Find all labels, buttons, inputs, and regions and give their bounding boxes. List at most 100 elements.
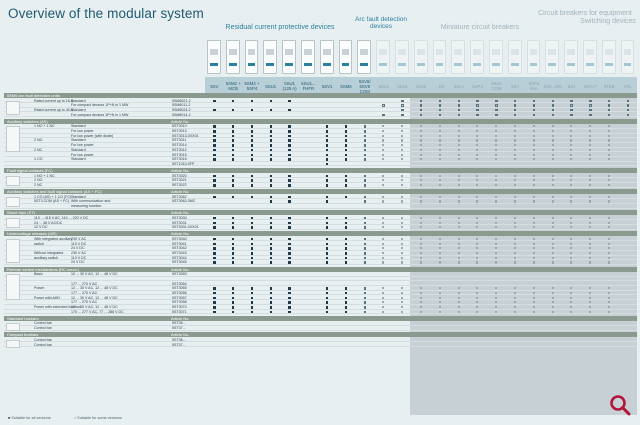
partial-mark — [551, 134, 554, 137]
partial-mark — [570, 158, 573, 161]
partial-mark — [532, 242, 535, 245]
suitable-mark — [231, 221, 235, 225]
partial-mark — [401, 174, 404, 177]
suitable-mark — [269, 139, 273, 142]
partial-mark — [607, 130, 611, 133]
table-row: Control bar 5ST37... — [4, 343, 637, 347]
suitable-mark — [250, 153, 254, 157]
partial-mark — [476, 144, 479, 147]
suitable-mark — [250, 139, 254, 142]
device-label-stripe — [322, 63, 331, 66]
suitable-mark — [269, 216, 273, 220]
partial-mark — [438, 247, 441, 250]
device-image — [357, 40, 372, 74]
partial-mark — [532, 158, 535, 161]
partial-mark — [419, 301, 423, 304]
partial-mark — [551, 200, 554, 203]
partial-mark — [589, 184, 592, 187]
partial-mark — [438, 184, 441, 187]
suitable-mark — [231, 247, 235, 250]
suitable-mark — [231, 261, 235, 264]
suitable-mark — [269, 306, 273, 309]
suitable-mark — [344, 247, 348, 250]
article-no-header: Article No. — [171, 332, 190, 338]
partial-mark — [551, 247, 554, 250]
device-label-stripe — [567, 63, 575, 66]
partial-mark — [570, 256, 573, 259]
partial-mark — [532, 148, 535, 151]
partial-mark — [607, 153, 611, 156]
suitable-mark — [325, 144, 329, 147]
suitable-mark — [288, 296, 291, 300]
device-image — [451, 40, 466, 74]
table-row: 170 ... 277 V AC, 77 ... 286 V DC 5ST3071 — [4, 310, 637, 315]
partial-mark — [457, 247, 460, 250]
partial-mark — [532, 195, 535, 198]
device-label-stripe — [604, 63, 613, 66]
partial-mark — [457, 148, 460, 151]
partial-mark — [419, 221, 423, 224]
partial-mark — [532, 216, 535, 219]
partial-mark — [532, 130, 535, 133]
partial-mark — [607, 158, 611, 161]
suitable-mark — [288, 221, 291, 225]
device-lever — [435, 49, 444, 55]
footer-legend: ■ Suitable for all versions ○ Suitable f… — [8, 416, 122, 420]
section-header: Undervoltage releases (UR) Article No. — [4, 231, 637, 237]
partial-mark — [551, 237, 554, 241]
suitable-mark — [213, 252, 216, 255]
partial-mark — [589, 174, 592, 177]
magnifier-icon[interactable] — [608, 393, 632, 417]
partial-mark — [382, 287, 385, 290]
partial-mark — [551, 221, 554, 224]
partial-mark — [589, 108, 592, 112]
partial-mark — [401, 200, 404, 203]
partial-mark — [419, 216, 423, 219]
section-title: Shunt trips (ST) — [7, 210, 36, 216]
partial-mark — [401, 144, 404, 147]
partial-mark — [495, 104, 498, 107]
suitable-mark — [269, 256, 273, 260]
suitable-mark — [250, 134, 254, 138]
suitable-mark — [269, 125, 273, 128]
partial-mark — [457, 221, 460, 224]
partial-mark — [495, 125, 498, 128]
suitable-mark — [288, 261, 291, 264]
page: Overview of the modular system Residual … — [0, 0, 640, 425]
partial-mark — [589, 296, 592, 299]
partial-mark — [626, 108, 630, 112]
partial-mark — [457, 252, 460, 255]
partial-mark — [363, 256, 367, 260]
suitable-mark — [325, 179, 329, 182]
device-lever — [285, 49, 293, 55]
suitable-mark — [344, 261, 348, 264]
suitable-mark — [213, 287, 216, 290]
partial-mark — [401, 252, 404, 255]
group-label-mcb: Miniature circuit breakers — [440, 24, 520, 31]
partial-mark — [476, 130, 479, 133]
article-no-header: Article No. — [171, 118, 190, 124]
suitable-mark — [250, 242, 254, 246]
device-lever — [360, 49, 369, 55]
device-label-stripe — [304, 63, 312, 66]
accessory-image — [6, 339, 20, 348]
row-label: 170 ... 277 V AC, 77 ... 286 V DC — [71, 309, 124, 314]
device-image — [564, 40, 578, 74]
partial-mark — [419, 130, 423, 133]
partial-mark — [382, 200, 385, 203]
partial-mark — [607, 221, 611, 224]
partial-mark — [363, 174, 367, 178]
partial-mark — [457, 226, 460, 229]
partial-mark — [382, 291, 385, 295]
partial-mark — [495, 291, 498, 295]
partial-mark — [401, 184, 404, 187]
partial-mark — [401, 221, 404, 224]
partial-mark — [532, 139, 535, 142]
device-label-stripe — [586, 63, 594, 66]
partial-mark — [419, 148, 423, 151]
partial-mark — [513, 247, 517, 250]
article-number: 5ST3022 — [172, 183, 187, 187]
partial-mark — [382, 179, 385, 182]
partial-mark — [476, 125, 479, 128]
partial-mark — [513, 174, 517, 177]
